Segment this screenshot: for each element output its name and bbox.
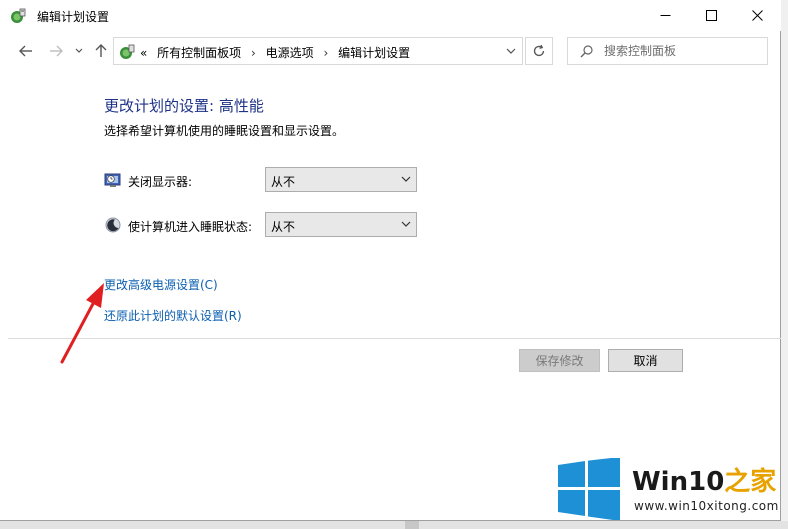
refresh-button[interactable]: [525, 37, 553, 65]
turn-off-display-value: 从不: [271, 175, 296, 189]
sleep-select[interactable]: 从不: [265, 212, 417, 237]
breadcrumb-overflow[interactable]: «: [140, 46, 147, 60]
close-icon: [751, 10, 763, 21]
breadcrumb-separator-icon[interactable]: ›: [251, 46, 256, 60]
turn-off-display-select[interactable]: 从不: [265, 167, 417, 192]
maximize-button[interactable]: [688, 0, 734, 31]
address-bar[interactable]: « 所有控制面板项 › 电源选项 › 编辑计划设置: [113, 37, 523, 65]
address-dropdown-icon[interactable]: [504, 44, 518, 58]
taskbar-fragment: [405, 521, 419, 529]
search-box[interactable]: [567, 37, 768, 65]
breadcrumb-separator-icon[interactable]: ›: [324, 46, 329, 60]
annotation-arrow: [60, 283, 104, 364]
page-description: 选择希望计算机使用的睡眠设置和显示设置。: [104, 124, 345, 138]
cancel-button[interactable]: 取消: [608, 349, 683, 372]
watermark-brand-win10: Win10: [632, 467, 725, 497]
breadcrumb: « 所有控制面板项 › 电源选项 › 编辑计划设置: [140, 44, 410, 61]
minimize-button[interactable]: [642, 0, 688, 31]
refresh-icon: [533, 44, 545, 57]
sleep-label: 使计算机进入睡眠状态:: [128, 220, 253, 234]
maximize-icon: [705, 10, 717, 21]
sleep-value: 从不: [271, 220, 296, 234]
windows-logo-icon: [558, 458, 620, 520]
watermark-url: www.win10xitong.com: [634, 499, 779, 513]
close-button[interactable]: [734, 0, 780, 31]
save-changes-button[interactable]: 保存修改: [519, 349, 600, 372]
chevron-down-icon: [401, 221, 411, 227]
minimize-icon: [660, 15, 670, 16]
watermark: Win10之家 www.win10xitong.com: [552, 455, 788, 529]
search-icon: [580, 45, 593, 58]
breadcrumb-power-options[interactable]: 电源选项: [266, 46, 314, 60]
watermark-brand-zhijia: 之家: [724, 467, 777, 497]
edit-plan-settings-window: 编辑计划设置 « 所有控制面板项 › 电源选项 › 编辑计划设置 搜索控制面板 …: [0, 0, 781, 521]
breadcrumb-edit-plan-settings[interactable]: 编辑计划设置: [338, 46, 410, 60]
search-input[interactable]: [604, 42, 764, 60]
watermark-brand: Win10之家: [632, 461, 776, 498]
chevron-down-icon: [401, 176, 411, 182]
breadcrumb-all-control-panel-items[interactable]: 所有控制面板项: [157, 46, 241, 60]
